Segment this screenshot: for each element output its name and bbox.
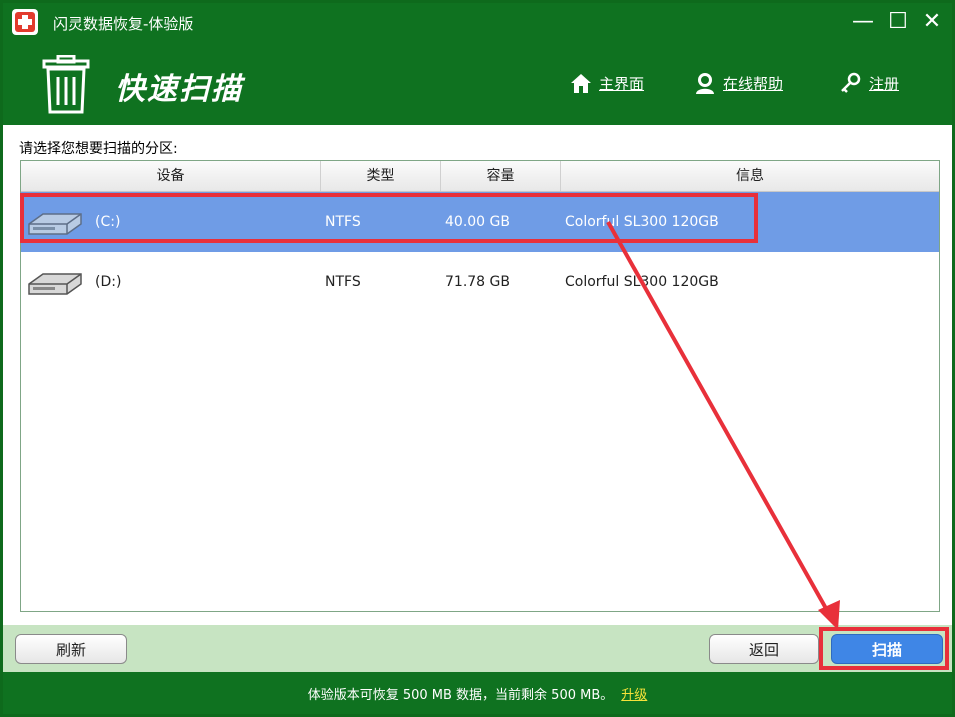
col-device[interactable]: 设备 [21, 161, 321, 191]
refresh-button[interactable]: 刷新 [15, 634, 127, 664]
window-title: 闪灵数据恢复-体验版 [53, 15, 194, 33]
trash-icon [42, 55, 90, 114]
row-info: Colorful SL300 120GB [565, 274, 719, 290]
app-window: 闪灵数据恢复-体验版 — ☐ ✕ 快速扫描 主界面 在线帮助 注册 请选择您想要… [0, 0, 955, 717]
bottom-toolbar: 刷新 返回 扫描 [3, 625, 952, 672]
highlight-scan-button [819, 627, 949, 670]
nav-register[interactable]: 注册 [839, 71, 899, 95]
row-capacity: 71.78 GB [445, 274, 510, 290]
nav-home-label[interactable]: 主界面 [599, 73, 644, 94]
status-message: 体验版本可恢复 500 MB 数据，当前剩余 500 MB。 [307, 688, 614, 703]
nav-help[interactable]: 在线帮助 [693, 71, 783, 95]
minimize-button[interactable]: — [848, 7, 878, 37]
highlight-selected-row [20, 193, 758, 243]
status-message-wrap: 体验版本可恢复 500 MB 数据，当前剩余 500 MB。 升级 [3, 684, 952, 703]
nav-help-label[interactable]: 在线帮助 [723, 73, 783, 94]
back-button[interactable]: 返回 [709, 634, 819, 664]
table-row[interactable]: (D:) NTFS 71.78 GB Colorful SL300 120GB [21, 252, 939, 312]
col-info[interactable]: 信息 [561, 161, 939, 191]
status-bar: 体验版本可恢复 500 MB 数据，当前剩余 500 MB。 升级 [3, 672, 952, 714]
hard-drive-icon [28, 273, 82, 295]
nav-register-label[interactable]: 注册 [869, 73, 899, 94]
col-type[interactable]: 类型 [321, 161, 441, 191]
upgrade-link[interactable]: 升级 [621, 688, 647, 703]
header: 快速扫描 主界面 在线帮助 注册 [3, 41, 952, 125]
row-device: (D:) [95, 274, 122, 290]
app-logo-icon [12, 9, 38, 35]
title-bar: 闪灵数据恢复-体验版 — ☐ ✕ [3, 3, 952, 41]
support-icon [696, 73, 714, 94]
table-header: 设备 类型 容量 信息 [21, 161, 939, 192]
partition-prompt: 请选择您想要扫描的分区: [19, 141, 178, 157]
close-button[interactable]: ✕ [917, 7, 947, 37]
page-title: 快速扫描 [115, 72, 243, 107]
home-icon [571, 74, 591, 93]
nav-home[interactable]: 主界面 [569, 71, 644, 95]
key-icon [841, 72, 861, 93]
col-capacity[interactable]: 容量 [441, 161, 561, 191]
row-type: NTFS [325, 274, 361, 290]
maximize-button[interactable]: ☐ [883, 7, 913, 37]
